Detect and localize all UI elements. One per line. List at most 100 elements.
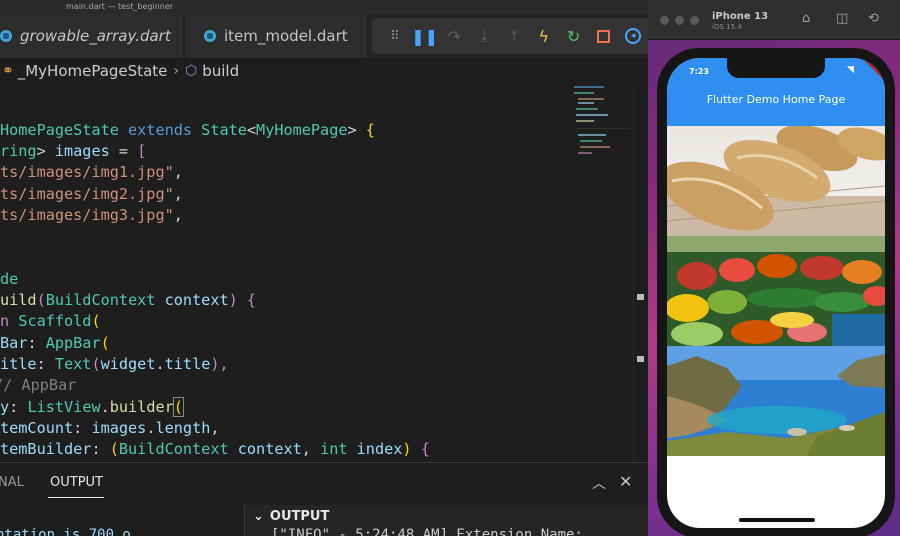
code-token: uild [0,291,37,309]
chevron-down-icon: ⌄ [253,509,264,524]
code-token: . [100,398,110,416]
tab-item-model[interactable]: item_model.dart [186,14,368,58]
code-token: { [246,291,257,309]
code-line: y: ListView.builder( [0,397,184,418]
window-title: main.dart — test_beginner [0,0,648,14]
devtools-icon[interactable]: ◂ [618,22,648,50]
code-token: ( [172,397,184,417]
code-token: Scaffold [18,312,92,330]
code-token: ts/images/img2.jpg" [0,185,174,203]
minimap-line [578,98,604,100]
wifi-icon: ◥ [847,65,854,75]
panel-tabs: NAL OUTPUT ︿ ✕ [0,463,648,503]
minimap-line [580,146,610,148]
code-token: temCount [0,419,74,437]
code-token: : [91,440,110,458]
step-over-icon[interactable]: ↷ [440,22,470,50]
step-out-icon[interactable]: ⤒ [499,22,529,50]
minimize-window-button[interactable] [675,16,684,25]
drag-handle-icon[interactable]: ⠿ [380,22,410,50]
rotate-icon[interactable]: ⟲ [868,11,879,26]
status-time: 7:23 [689,67,709,76]
close-icon[interactable]: ✕ [619,472,632,491]
device-name: iPhone 13 [712,11,769,22]
code-token: ( [109,440,119,458]
tab-terminal[interactable]: NAL [0,475,24,490]
code-token: ListView [27,398,101,416]
code-area[interactable]: HomePageState extends State<MyHomePage> … [0,88,570,505]
chevron-right-icon: › [173,63,179,79]
zoom-window-button[interactable] [690,16,699,25]
output-log-line: ["INFO" - 5:24:48 AM] Extension Name: [271,527,583,536]
code-token: n [0,312,19,330]
code-token: index [347,440,403,458]
list-image-beach[interactable] [667,346,885,456]
terminal-text: ntation is 700 o [0,527,131,536]
code-token: images [54,142,110,160]
code-token: ) [402,440,421,458]
code-token: ts/images/img1.jpg" [0,163,174,181]
code-token: > [36,142,55,160]
close-window-button[interactable] [660,16,669,25]
home-indicator[interactable] [739,518,815,522]
code-token: { [420,440,430,458]
home-icon[interactable]: ⌂ [802,11,810,26]
code-token: ts/images/img3.jpg" [0,206,174,224]
ios-simulator: iPhone 13 iOS 15.4 ⌂ ◫ ⟲ 7:23 ◥ DEBUG Fl… [648,0,900,536]
code-line: ts/images/img2.jpg", [0,184,183,205]
panel-left-pane: ntation is 700 o [0,505,244,536]
code-token: y [0,398,10,416]
screenshot-icon[interactable]: ◫ [836,11,848,26]
code-token: , [301,440,321,458]
scrollbar-marker [637,356,644,362]
code-token: BuildContext [45,291,156,309]
minimap-line [580,140,602,142]
app-bar-title: Flutter Demo Home Page [706,93,846,106]
code-token: < [246,121,257,139]
output-section[interactable]: ⌄ OUTPUT [253,509,329,524]
output-pane: ⌄ OUTPUT ["INFO" - 5:24:48 AM] Extension … [244,505,648,536]
output-section-title: OUTPUT [269,509,330,524]
breadcrumb: ⚭ _MyHomePageState › ⬡ build [0,58,648,84]
code-token: Bar [0,334,28,352]
code-line: ts/images/img1.jpg", [0,162,183,183]
code-token: , [210,419,220,437]
vertical-scrollbar[interactable] [633,84,648,462]
code-token: ring [0,142,37,160]
code-token: ( [100,334,110,352]
list-image-vegetables[interactable] [667,236,885,346]
code-token: , [173,185,183,203]
code-token: : [73,419,92,437]
list-image-bread[interactable] [667,126,885,236]
step-into-icon[interactable]: ⤓ [469,22,499,50]
code-line: temBuilder: (BuildContext context, int i… [0,439,430,460]
code-token: title [164,355,211,373]
breadcrumb-method[interactable]: build [202,62,239,80]
code-token: context [155,291,229,309]
code-token: Text [54,355,92,373]
code-token: , [173,163,183,181]
code-token: > [347,121,366,139]
pause-icon[interactable]: ❚❚ [410,22,440,50]
iphone-frame: 7:23 ◥ DEBUG Flutter Demo Home Page [657,48,895,536]
notch [727,58,825,78]
breadcrumb-class[interactable]: _MyHomePageState [18,62,168,80]
tab-output[interactable]: OUTPUT [50,475,103,490]
dart-file-icon [0,30,12,42]
beach-photo [667,346,885,456]
code-token: : [9,398,28,416]
minimap[interactable] [572,84,632,184]
tab-growable-array[interactable]: growable_array.dart [0,14,184,58]
code-line: HomePageState extends State<MyHomePage> … [0,120,375,141]
chevron-up-icon[interactable]: ︿ [592,473,606,493]
phone-screen[interactable]: 7:23 ◥ DEBUG Flutter Demo Home Page [667,58,885,528]
code-token: temBuilder [0,440,92,458]
restart-icon[interactable]: ↻ [559,22,589,50]
code-token: ( [91,312,101,330]
code-line: Bar: AppBar( [0,333,110,354]
code-token: = [109,142,138,160]
stop-icon[interactable] [588,22,618,50]
hot-reload-icon[interactable]: ϟ [529,22,559,50]
code-token: ), [210,355,229,373]
active-tab-indicator [48,497,104,498]
